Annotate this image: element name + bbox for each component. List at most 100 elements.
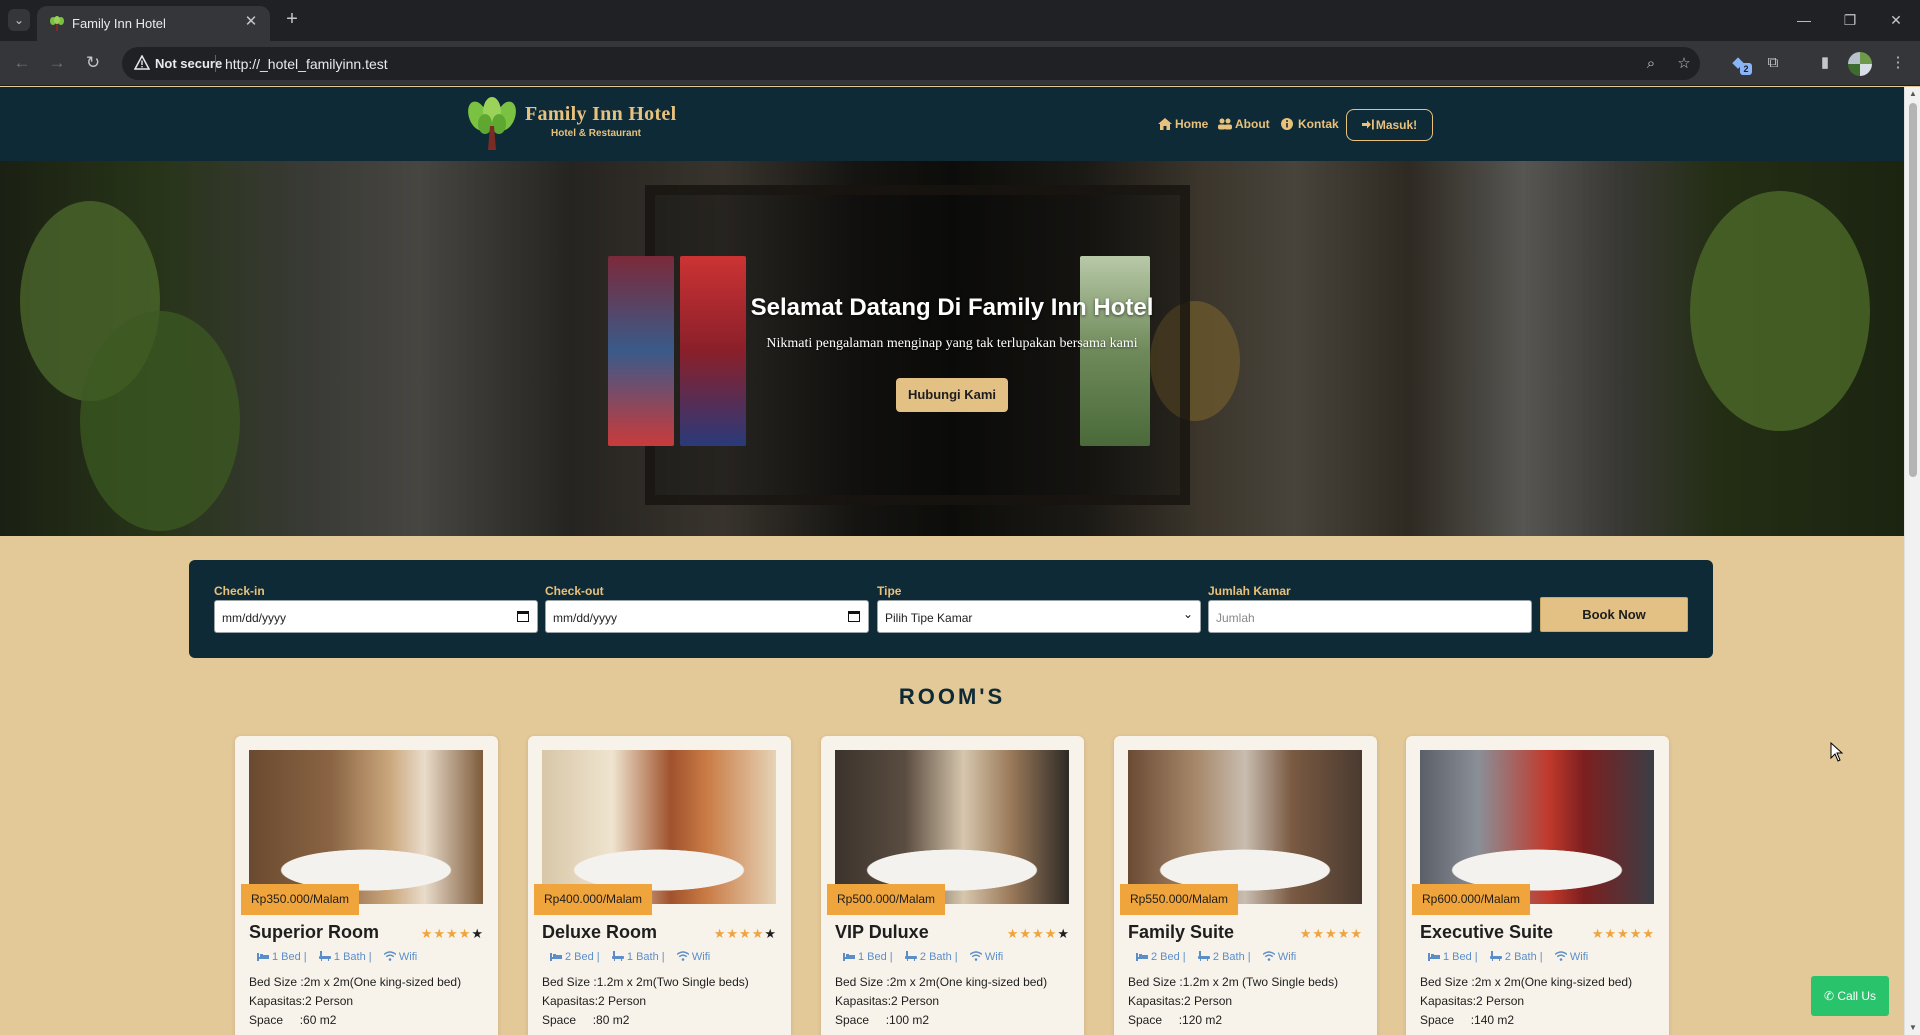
home-icon bbox=[1158, 118, 1172, 130]
amenity-divider: | bbox=[886, 951, 902, 963]
profile-avatar[interactable] bbox=[1848, 52, 1872, 76]
checkout-value: mm/dd/yyyy bbox=[553, 611, 618, 625]
scroll-up-arrow-icon[interactable]: ▲ bbox=[1905, 87, 1920, 101]
bath-icon bbox=[611, 951, 624, 961]
puzzle-extensions-icon[interactable]: ⧉ bbox=[1761, 51, 1785, 75]
new-tab-icon[interactable]: + bbox=[281, 9, 303, 31]
room-name[interactable]: Superior Room bbox=[249, 922, 379, 943]
users-icon bbox=[1218, 118, 1232, 130]
security-label[interactable]: Not secure bbox=[155, 56, 222, 71]
wifi-icon bbox=[1554, 951, 1567, 961]
close-window-icon[interactable]: ✕ bbox=[1884, 8, 1908, 32]
nav-contact-link[interactable]: Kontak bbox=[1281, 117, 1339, 131]
room-card[interactable]: Rp500.000/Malam VIP Duluxe ★★★★★ 1 Bed |… bbox=[821, 736, 1084, 1035]
checkin-value: mm/dd/yyyy bbox=[222, 611, 287, 625]
room-card[interactable]: Rp350.000/Malam Superior Room ★★★★★ 1 Be… bbox=[235, 736, 498, 1035]
url-text[interactable]: http://_hotel_familyinn.test bbox=[225, 56, 388, 72]
tree-favicon-icon bbox=[50, 16, 64, 31]
bath-count: 2 Bath bbox=[1212, 951, 1245, 963]
tree-logo-icon[interactable] bbox=[466, 96, 518, 152]
amenity-divider: | bbox=[658, 951, 674, 963]
bed-icon bbox=[1428, 953, 1440, 961]
amenity-divider: | bbox=[300, 951, 316, 963]
bookmark-star-icon[interactable]: ☆ bbox=[1673, 53, 1695, 75]
calendar-icon[interactable] bbox=[517, 610, 529, 622]
space-spec: Space :140 m2 bbox=[1420, 1013, 1515, 1027]
amenity-divider: | bbox=[1244, 951, 1260, 963]
login-button[interactable]: Masuk! bbox=[1346, 109, 1433, 141]
room-photo[interactable] bbox=[1128, 750, 1362, 904]
checkin-date-input[interactable]: mm/dd/yyyy bbox=[214, 600, 538, 633]
nav-home-label: Home bbox=[1175, 117, 1209, 131]
room-count-input[interactable]: Jumlah bbox=[1208, 600, 1532, 633]
nav-about-link[interactable]: About bbox=[1218, 117, 1270, 131]
room-photo[interactable] bbox=[249, 750, 483, 904]
star-icon: ★ bbox=[1337, 926, 1351, 941]
side-panel-icon[interactable]: ▮ bbox=[1813, 51, 1837, 75]
calendar-icon[interactable] bbox=[848, 610, 860, 622]
address-bar[interactable]: Not secure http://_hotel_familyinn.test … bbox=[122, 47, 1700, 80]
room-photo[interactable] bbox=[542, 750, 776, 904]
extension-icon[interactable]: ◆ 2 bbox=[1726, 51, 1752, 75]
forward-arrow-icon[interactable]: → bbox=[45, 51, 69, 75]
room-type-select[interactable]: Pilih Tipe Kamar ⌄ bbox=[877, 600, 1201, 633]
room-name[interactable]: Executive Suite bbox=[1420, 922, 1553, 943]
room-count-placeholder: Jumlah bbox=[1216, 611, 1255, 625]
browser-tab-active[interactable]: Family Inn Hotel ✕ bbox=[37, 6, 270, 41]
menu-kebab-icon[interactable]: ⋮ bbox=[1886, 51, 1910, 75]
room-card[interactable]: Rp600.000/Malam Executive Suite ★★★★★ 1 … bbox=[1406, 736, 1669, 1035]
room-photo[interactable] bbox=[835, 750, 1069, 904]
bath-count: 2 Bath bbox=[1504, 951, 1537, 963]
star-rating: ★★★★★ bbox=[714, 926, 777, 942]
star-rating: ★★★★★ bbox=[1592, 926, 1655, 942]
wifi-icon bbox=[1262, 951, 1275, 961]
star-icon: ★ bbox=[1629, 926, 1643, 941]
hero-section: Selamat Datang Di Family Inn Hotel Nikma… bbox=[0, 161, 1904, 536]
star-icon: ★ bbox=[1006, 926, 1020, 941]
room-name[interactable]: Family Suite bbox=[1128, 922, 1234, 943]
back-arrow-icon[interactable]: ← bbox=[10, 51, 34, 75]
browser-tab-bar: ⌄ Family Inn Hotel ✕ + — ❐ ✕ bbox=[0, 0, 1920, 41]
amenity-list: 1 Bed | 2 Bath | Wifi bbox=[1428, 951, 1588, 963]
bed-size-spec: Bed Size :2m x 2m(One king-sized bed) bbox=[835, 975, 1048, 989]
checkout-date-input[interactable]: mm/dd/yyyy bbox=[545, 600, 869, 633]
bath-count: 2 Bath bbox=[919, 951, 952, 963]
star-icon: ★ bbox=[1299, 926, 1313, 941]
room-card[interactable]: Rp400.000/Malam Deluxe Room ★★★★★ 2 Bed … bbox=[528, 736, 791, 1035]
bed-size-spec: Bed Size :2m x 2m(One king-sized bed) bbox=[249, 975, 462, 989]
space-spec: Space :80 m2 bbox=[542, 1013, 630, 1027]
zoom-icon[interactable]: ⌕ bbox=[1640, 53, 1662, 75]
room-card[interactable]: Rp550.000/Malam Family Suite ★★★★★ 2 Bed… bbox=[1114, 736, 1377, 1035]
space-spec: Space :100 m2 bbox=[835, 1013, 930, 1027]
tab-close-icon[interactable]: ✕ bbox=[242, 13, 260, 31]
contact-us-button[interactable]: Hubungi Kami bbox=[896, 378, 1008, 412]
star-icon: ★ bbox=[458, 926, 472, 941]
page-scrollbar[interactable]: ▲ ▼ bbox=[1904, 87, 1920, 1035]
price-badge: Rp600.000/Malam bbox=[1412, 884, 1531, 915]
restore-icon[interactable]: ❐ bbox=[1838, 8, 1862, 32]
bed-icon bbox=[1136, 953, 1148, 961]
bath-icon bbox=[318, 951, 331, 961]
room-name[interactable]: Deluxe Room bbox=[542, 922, 657, 943]
scroll-down-arrow-icon[interactable]: ▼ bbox=[1905, 1021, 1920, 1035]
tab-search-button[interactable]: ⌄ bbox=[8, 9, 30, 31]
mouse-cursor-icon bbox=[1830, 742, 1844, 762]
room-photo[interactable] bbox=[1420, 750, 1654, 904]
reload-icon[interactable]: ↻ bbox=[81, 51, 105, 75]
warning-triangle-icon bbox=[134, 55, 150, 70]
call-us-button[interactable]: ✆ Call Us bbox=[1811, 976, 1889, 1016]
capacity-spec: Kapasitas:2 Person bbox=[1128, 994, 1233, 1008]
scrollbar-thumb[interactable] bbox=[1909, 103, 1917, 477]
bed-count: 1 Bed bbox=[858, 951, 887, 963]
star-rating: ★★★★★ bbox=[1007, 926, 1070, 942]
bed-count: 2 Bed bbox=[1151, 951, 1180, 963]
brand-tagline: Hotel & Restaurant bbox=[551, 128, 642, 139]
amenity-list: 1 Bed | 2 Bath | Wifi bbox=[843, 951, 1003, 963]
room-name[interactable]: VIP Duluxe bbox=[835, 922, 929, 943]
star-icon: ★ bbox=[739, 926, 752, 941]
nav-home-link[interactable]: Home bbox=[1158, 117, 1208, 131]
brand-name[interactable]: Family Inn Hotel bbox=[525, 103, 676, 126]
book-now-button[interactable]: Book Now bbox=[1540, 597, 1688, 632]
price-badge: Rp500.000/Malam bbox=[827, 884, 946, 915]
minimize-icon[interactable]: — bbox=[1792, 8, 1816, 32]
